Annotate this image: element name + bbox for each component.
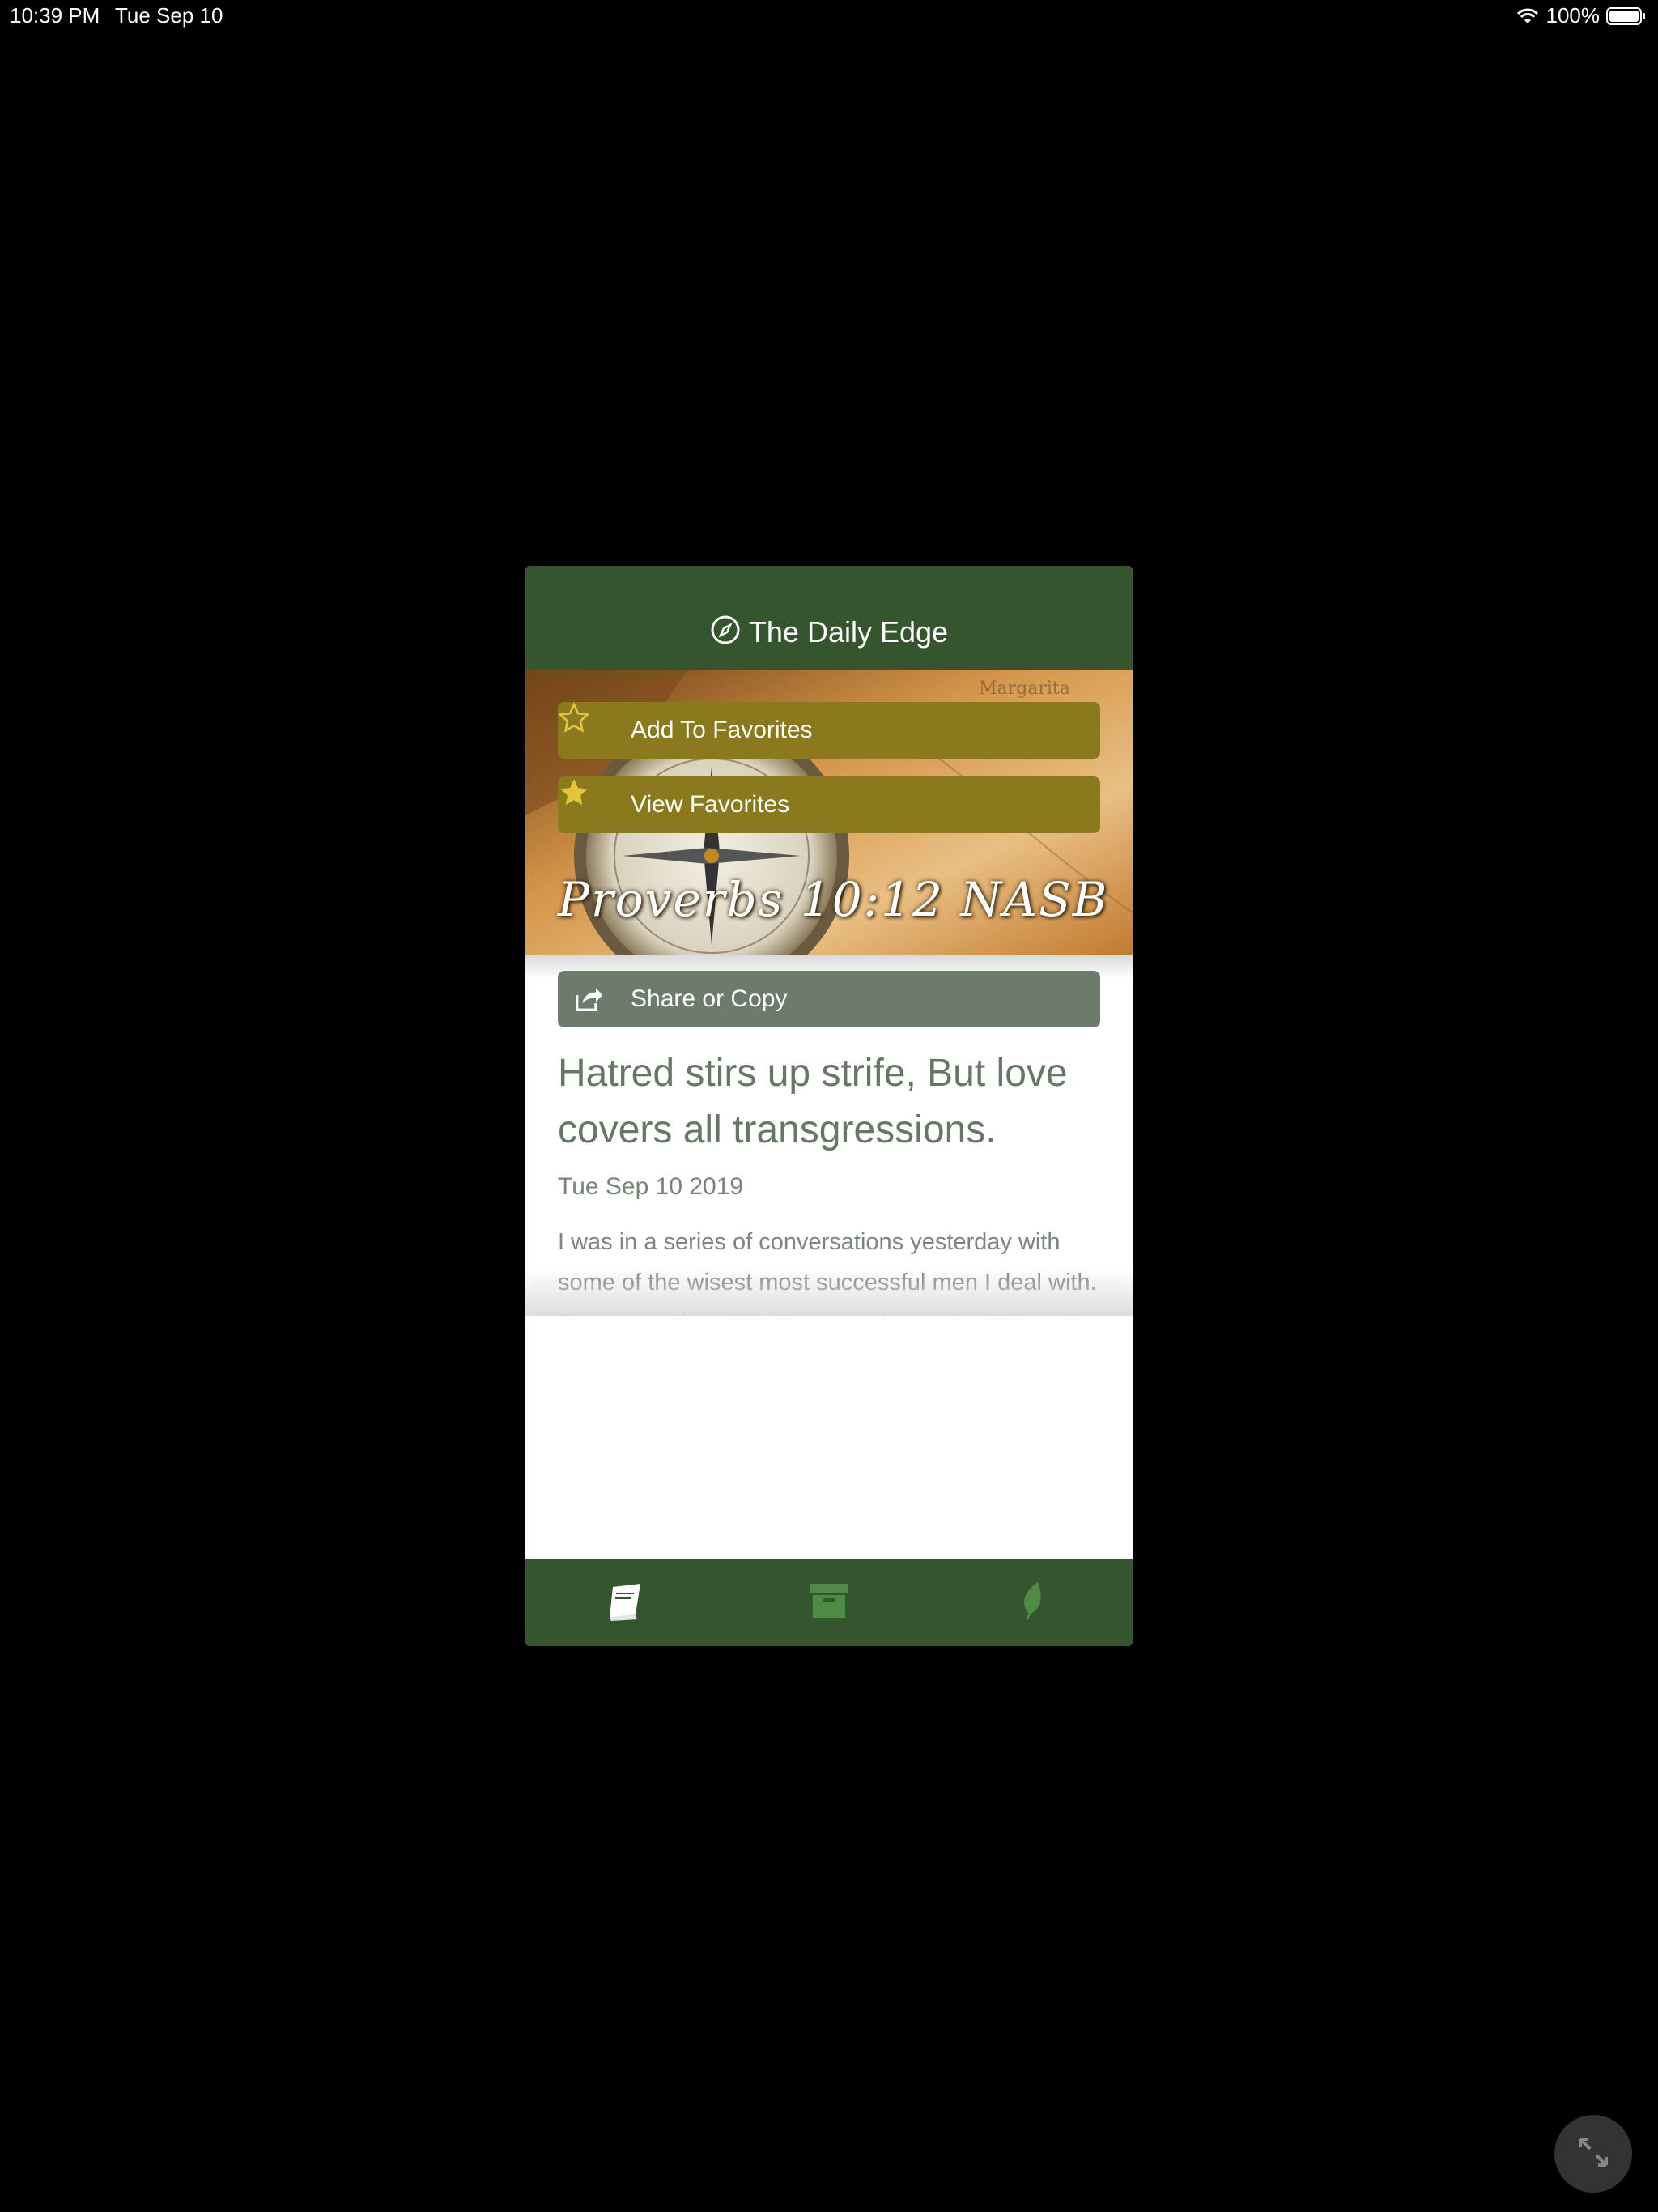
view-favorites-label: View Favorites — [631, 791, 790, 818]
status-date: Tue Sep 10 — [115, 3, 223, 28]
status-time: 10:39 PM — [10, 3, 100, 28]
app-title: The Daily Edge — [748, 615, 949, 649]
tab-archive[interactable] — [728, 1559, 930, 1646]
share-icon — [571, 982, 605, 1016]
expand-arrows-icon — [1572, 2131, 1614, 2177]
star-outline-icon — [558, 702, 605, 747]
leaf-icon — [1015, 1580, 1048, 1625]
content-area[interactable]: Share or Copy Hatred stirs up strife, Bu… — [525, 955, 1133, 1316]
share-or-copy-label: Share or Copy — [631, 985, 788, 1012]
app-title-wrap: The Daily Edge — [525, 615, 1133, 649]
app-header: The Daily Edge — [525, 566, 1133, 670]
add-to-favorites-button[interactable]: Add To Favorites — [558, 702, 1100, 759]
hero-banner: Margarita Add To Favorites View Favorite… — [525, 670, 1133, 955]
star-filled-icon — [560, 779, 605, 822]
tab-leaf[interactable] — [930, 1559, 1133, 1646]
content-fade — [525, 1267, 1133, 1316]
status-right: 100% — [1516, 3, 1647, 28]
compass-icon — [710, 615, 741, 649]
tab-bar — [525, 1559, 1133, 1646]
post-date: Tue Sep 10 2019 — [558, 1173, 744, 1200]
add-to-favorites-label: Add To Favorites — [631, 717, 813, 743]
svg-text:Margarita: Margarita — [979, 678, 1070, 699]
book-icon — [605, 1580, 648, 1625]
status-bar: 10:39 PM Tue Sep 10 100% — [0, 0, 1658, 32]
share-or-copy-button[interactable]: Share or Copy — [558, 971, 1100, 1027]
expand-window-button[interactable] — [1554, 2115, 1632, 2193]
battery-icon — [1606, 6, 1647, 26]
archive-icon — [809, 1580, 849, 1625]
view-favorites-button[interactable]: View Favorites — [558, 776, 1100, 833]
wifi-icon — [1516, 7, 1540, 25]
battery-percent: 100% — [1545, 3, 1601, 28]
verse-text: Hatred stirs up strife, But love covers … — [558, 1052, 1068, 1151]
verse-reference: Proverbs 10:12 NASB — [558, 872, 1109, 927]
tab-book[interactable] — [525, 1559, 728, 1646]
app-window: The Daily Edge Margarita Add To Favorite… — [525, 566, 1133, 1646]
